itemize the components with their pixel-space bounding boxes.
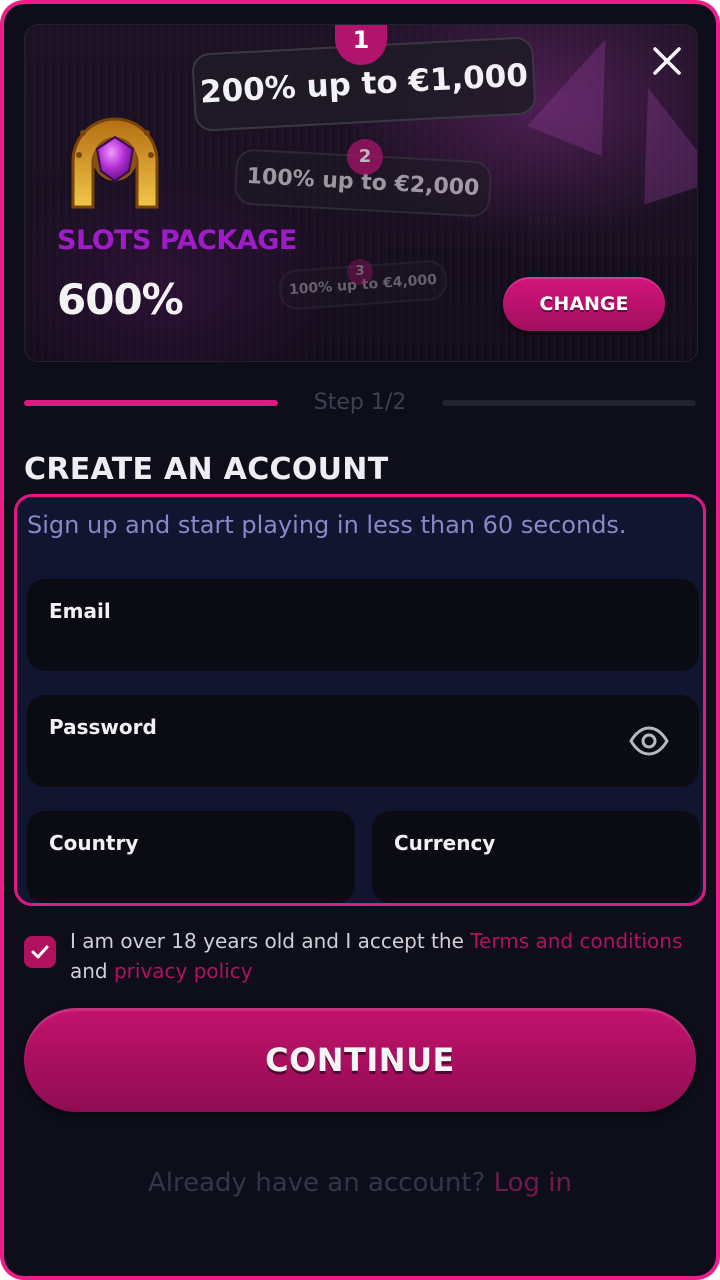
close-button[interactable] [641,35,693,87]
terms-checkbox[interactable] [24,936,56,968]
login-prompt: Already have an account? Log in [4,1168,716,1198]
login-question: Already have an account? [148,1168,494,1198]
crystal-decoration [609,75,697,205]
email-label: Email [49,599,111,623]
login-link[interactable]: Log in [494,1168,572,1198]
password-field[interactable]: Password [27,695,699,787]
email-field[interactable]: Email [27,579,699,671]
signup-form: Sign up and start playing in less than 6… [14,494,706,906]
password-input[interactable] [49,745,629,775]
country-select[interactable]: Country [27,811,355,903]
continue-button[interactable]: CONTINUE [24,1008,696,1112]
close-icon [653,47,681,75]
offer-step-3-badge: 3 [347,259,373,285]
currency-select[interactable]: Currency [372,811,700,903]
checkmark-icon [31,945,49,959]
step-progress-inactive [442,400,696,406]
show-password-button[interactable] [627,723,671,759]
privacy-link[interactable]: privacy policy [114,959,253,983]
currency-label: Currency [394,831,496,855]
page-title: CREATE AN ACCOUNT [24,452,389,487]
password-label: Password [49,715,157,739]
email-input[interactable] [49,629,629,659]
change-package-button[interactable]: CHANGE [503,277,665,331]
package-percent: 600% [57,275,184,324]
terms-text-middle: and [70,959,114,983]
modal-frame: 100% up to €4,000 3 100% up to €2,000 2 … [0,0,720,1280]
horseshoe-gem-icon [71,117,159,209]
offer-step-2-badge: 2 [347,139,383,175]
terms-text-before: I am over 18 years old and I accept the [70,929,471,953]
package-name: SLOTS PACKAGE [57,225,297,256]
eye-icon [629,726,669,756]
country-label: Country [49,831,139,855]
terms-text: I am over 18 years old and I accept the … [70,926,700,986]
terms-link[interactable]: Terms and conditions [470,929,682,953]
step-progress-active [24,400,278,406]
step-indicator: Step 1/2 [313,390,407,415]
bonus-banner: 100% up to €4,000 3 100% up to €2,000 2 … [24,24,698,362]
form-subtitle: Sign up and start playing in less than 6… [27,511,627,539]
signup-modal: 100% up to €4,000 3 100% up to €2,000 2 … [4,4,716,1276]
